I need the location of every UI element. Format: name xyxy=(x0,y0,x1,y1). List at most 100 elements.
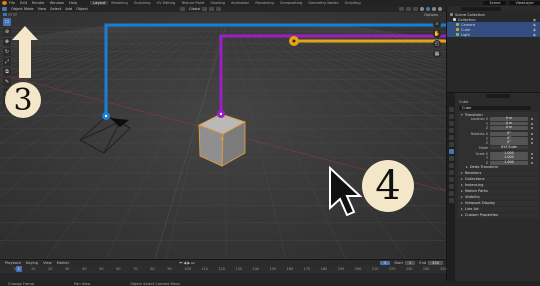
tab-scripting[interactable]: Scripting xyxy=(342,1,364,5)
menu-window[interactable]: Window xyxy=(50,1,64,5)
delta-transform-subpanel[interactable]: ▸ Delta Transform xyxy=(458,165,539,170)
tab-compositing[interactable]: Compositing xyxy=(277,1,306,5)
editor-type-icon[interactable] xyxy=(2,7,7,11)
options-dropdown[interactable]: Options xyxy=(424,13,438,17)
start-frame-field[interactable]: 1 xyxy=(405,261,416,265)
world-tab-icon[interactable] xyxy=(448,142,454,147)
orientation-selector[interactable]: Global xyxy=(189,7,200,11)
render-tab-icon[interactable] xyxy=(448,114,454,119)
tab-layout[interactable]: Layout xyxy=(90,1,109,5)
instancing-panel-header[interactable]: ▸ Instancing xyxy=(458,183,539,188)
mode-selector[interactable]: Object Mode xyxy=(11,7,34,11)
transform-icon[interactable]: ⧉ xyxy=(3,68,11,76)
visibility-eye-icon[interactable]: ◉ xyxy=(533,28,536,32)
select-extend-icon[interactable] xyxy=(8,13,12,16)
keyframe-dot-icon[interactable] xyxy=(531,133,533,136)
texture-tab-icon[interactable] xyxy=(448,198,454,203)
blender-logo-icon[interactable] xyxy=(2,1,7,5)
solid-shading-icon[interactable] xyxy=(426,7,430,11)
menu-add[interactable]: Add xyxy=(65,7,72,11)
timeline-menu-keying[interactable]: Keying xyxy=(26,261,38,265)
visibility-eye-icon[interactable]: ◉ xyxy=(533,33,536,37)
view-layer-tab-icon[interactable] xyxy=(448,128,454,133)
visibility-panel-header[interactable]: ▸ Visibility xyxy=(458,195,539,200)
tool-tab-icon[interactable] xyxy=(448,107,454,112)
move-icon[interactable]: ✥ xyxy=(3,38,11,46)
tab-modeling[interactable]: Modeling xyxy=(108,1,130,5)
rendered-shading-icon[interactable] xyxy=(438,7,442,11)
keyframe-dot-icon[interactable] xyxy=(531,126,533,129)
menu-file[interactable]: File xyxy=(9,1,15,5)
tab-texture-paint[interactable]: Texture Paint xyxy=(178,1,207,5)
timeline-menu-playback[interactable]: Playback xyxy=(5,261,21,265)
timeline-ruler[interactable]: 0102030405060708090100110120130140150160… xyxy=(0,266,446,273)
material-shading-icon[interactable] xyxy=(432,7,436,11)
motion-paths-panel-header[interactable]: ▸ Motion Paths xyxy=(458,189,539,194)
scale-icon[interactable]: ⤢ xyxy=(3,58,11,66)
menu-select[interactable]: Select xyxy=(50,7,61,11)
pan-icon[interactable]: ✋ xyxy=(433,30,441,38)
tab-sculpting[interactable]: Sculpting xyxy=(131,1,154,5)
tab-uv-editing[interactable]: UV Editing xyxy=(154,1,179,5)
material-tab-icon[interactable] xyxy=(448,191,454,196)
visibility-eye-icon[interactable]: ◉ xyxy=(533,23,536,27)
keyframe-dot-icon[interactable] xyxy=(531,157,533,160)
visibility-icon[interactable] xyxy=(399,7,404,11)
tab-geometry-nodes[interactable]: Geometry Nodes xyxy=(305,1,341,5)
tab-animation[interactable]: Animation xyxy=(228,1,252,5)
line-art-panel-header[interactable]: ▸ Line Art xyxy=(458,207,539,212)
overlay-toggle-icon[interactable] xyxy=(413,7,418,11)
keyframe-dot-icon[interactable] xyxy=(531,152,533,155)
keyframe-dot-icon[interactable] xyxy=(531,137,533,140)
constraints-tab-icon[interactable] xyxy=(448,177,454,182)
keyframe-dot-icon[interactable] xyxy=(531,122,533,125)
physics-tab-icon[interactable] xyxy=(448,170,454,175)
view-layer-selector[interactable]: ViewLayer xyxy=(509,1,540,5)
timeline-menu-view[interactable]: View xyxy=(43,261,52,265)
rotation-mode-dropdown[interactable]: XYZ Euler xyxy=(490,145,528,150)
snap-icon[interactable] xyxy=(209,7,215,11)
timeline-track-area[interactable] xyxy=(0,273,446,281)
gizmo-toggle-icon[interactable] xyxy=(406,7,411,11)
menu-edit[interactable]: Edit xyxy=(20,1,27,5)
scene-selector[interactable]: Scene xyxy=(483,1,507,5)
properties-search-input[interactable] xyxy=(486,94,510,98)
data-tab-icon[interactable] xyxy=(448,184,454,189)
proportional-edit-icon[interactable] xyxy=(216,7,222,11)
tab-rendering[interactable]: Rendering xyxy=(252,1,276,5)
timeline-menu-marker[interactable]: Marker xyxy=(57,261,69,265)
object-tab-icon[interactable] xyxy=(448,149,454,154)
viewport-display-panel-header[interactable]: ▸ Viewport Display xyxy=(458,201,539,206)
annotate-icon[interactable]: ✎ xyxy=(3,78,11,86)
select-subtract-icon[interactable] xyxy=(13,13,17,16)
custom-properties-panel-header[interactable]: ▸ Custom Properties xyxy=(458,213,539,218)
location-z-field[interactable]: 0 m xyxy=(490,125,528,130)
tab-shading[interactable]: Shading xyxy=(207,1,228,5)
select-box-icon[interactable]: ▭ xyxy=(3,18,11,26)
modifier-tab-icon[interactable] xyxy=(448,156,454,161)
zoom-icon[interactable]: ⌕ xyxy=(433,20,441,28)
cursor-icon[interactable]: ⊕ xyxy=(3,28,11,36)
collections-panel-header[interactable]: ▸ Collections xyxy=(458,177,539,182)
scale-z-field[interactable]: 1.000 xyxy=(490,160,528,165)
keyframe-dot-icon[interactable] xyxy=(531,161,533,164)
relations-panel-header[interactable]: ▸ Relations xyxy=(458,171,539,176)
keyframe-dot-icon[interactable] xyxy=(531,142,533,145)
3d-viewport[interactable]: Object Mode View Select Add Object Globa… xyxy=(0,6,446,259)
orientation-icon[interactable] xyxy=(179,7,185,11)
pivot-icon[interactable] xyxy=(202,7,208,11)
select-mode-icon[interactable] xyxy=(3,13,7,16)
particles-tab-icon[interactable] xyxy=(448,163,454,168)
playhead-frame-indicator[interactable]: 1 xyxy=(15,266,22,272)
play-controls[interactable]: ⏮ ◀ ▶ ⏭ xyxy=(179,261,194,265)
outliner-search-input[interactable] xyxy=(461,7,501,11)
end-frame-field[interactable]: 250 xyxy=(428,261,443,265)
menu-view[interactable]: View xyxy=(38,7,47,11)
visibility-eye-icon[interactable]: ◉ xyxy=(533,18,536,22)
output-tab-icon[interactable] xyxy=(448,121,454,126)
object-name-field[interactable]: Cube xyxy=(459,106,531,110)
rotate-icon[interactable]: ↻ xyxy=(3,48,11,56)
outliner-row-light[interactable]: Light ◉ xyxy=(447,32,540,37)
menu-object[interactable]: Object xyxy=(76,7,88,11)
wireframe-shading-icon[interactable] xyxy=(420,7,424,11)
